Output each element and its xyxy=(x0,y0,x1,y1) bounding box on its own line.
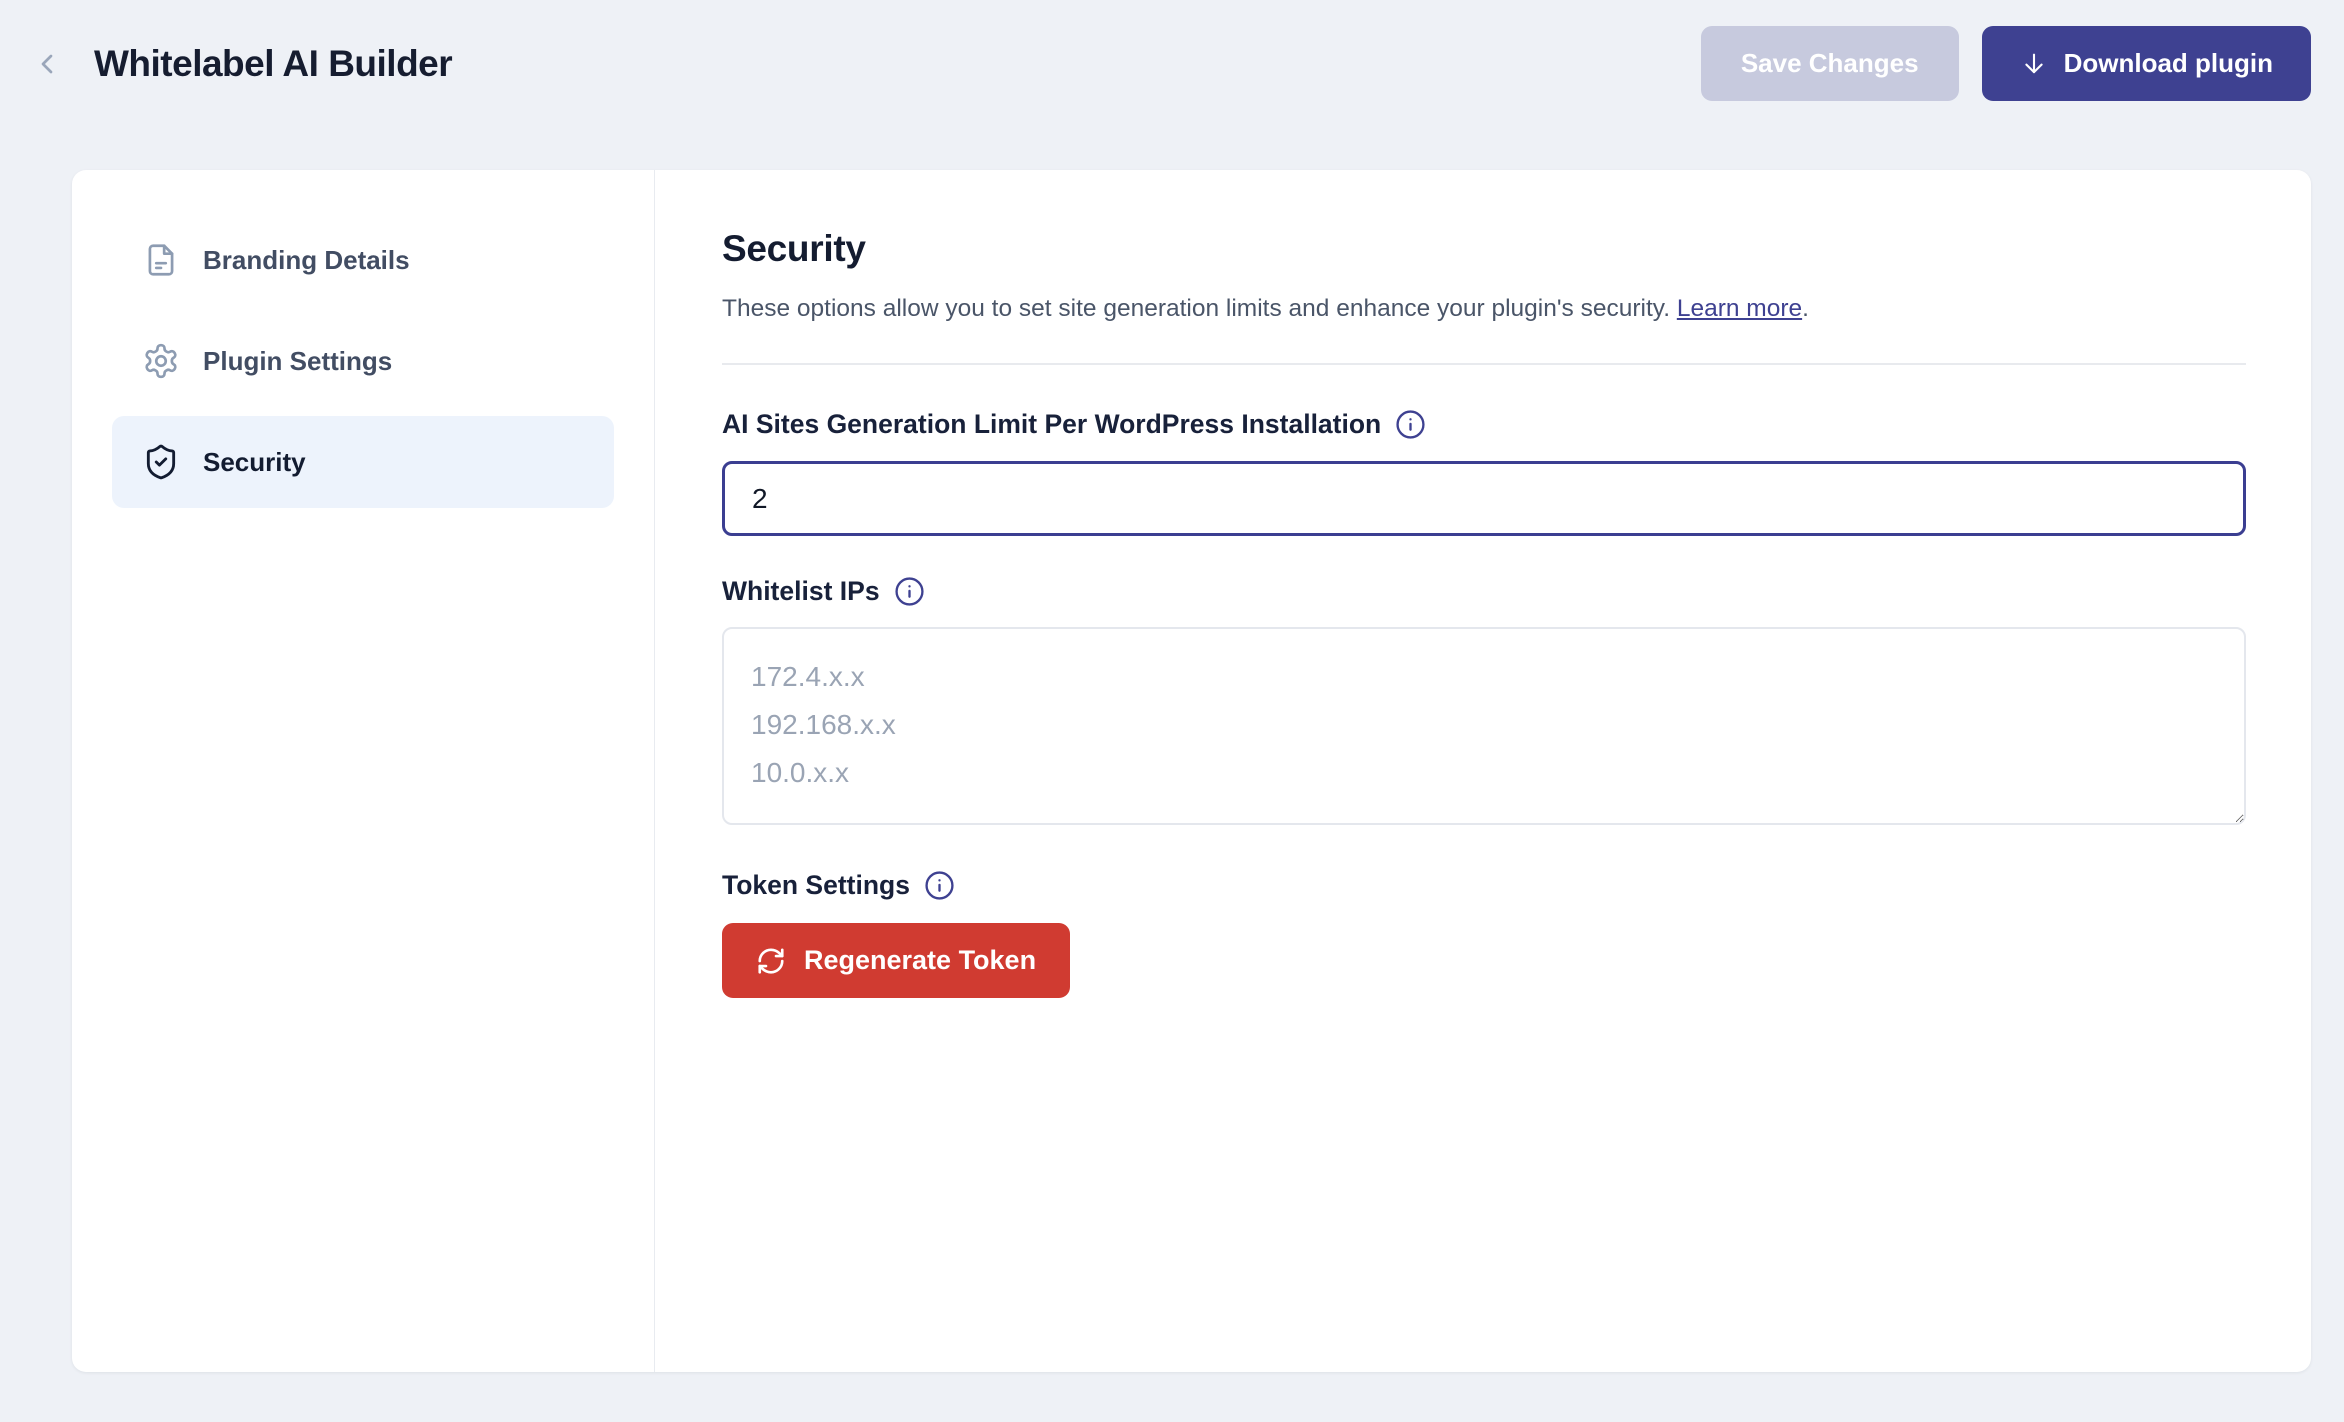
regenerate-token-button[interactable]: Regenerate Token xyxy=(722,923,1070,998)
security-panel: Security These options allow you to set … xyxy=(655,170,2311,1372)
generation-limit-input[interactable] xyxy=(722,461,2246,536)
whitelist-ips-label: Whitelist IPs xyxy=(722,576,880,607)
sidebar-item-label: Branding Details xyxy=(203,245,410,276)
description-text: These options allow you to set site gene… xyxy=(722,295,1670,322)
learn-more-link[interactable]: Learn more xyxy=(1677,295,1802,322)
shield-check-icon xyxy=(142,443,180,481)
download-plugin-button[interactable]: Download plugin xyxy=(1982,26,2311,101)
sidebar-item-plugin-settings[interactable]: Plugin Settings xyxy=(112,315,614,407)
sidebar-item-branding-details[interactable]: Branding Details xyxy=(112,214,614,306)
section-heading: Security xyxy=(722,228,2246,270)
document-icon xyxy=(142,241,180,279)
generation-limit-label: AI Sites Generation Limit Per WordPress … xyxy=(722,409,1381,440)
gear-icon xyxy=(142,342,180,380)
settings-sidebar: Branding Details Plugin Settings Securit… xyxy=(72,170,655,1372)
download-plugin-label: Download plugin xyxy=(2064,48,2273,79)
page-title: Whitelabel AI Builder xyxy=(94,43,452,85)
token-settings-label: Token Settings xyxy=(722,870,910,901)
chevron-left-icon xyxy=(31,48,63,80)
section-description: These options allow you to set site gene… xyxy=(722,295,2246,323)
whitelist-ips-textarea[interactable] xyxy=(722,627,2246,825)
generation-limit-label-row: AI Sites Generation Limit Per WordPress … xyxy=(722,409,2246,440)
sidebar-item-label: Security xyxy=(203,447,306,478)
info-icon[interactable] xyxy=(1395,409,1426,440)
refresh-icon xyxy=(756,946,786,976)
whitelist-ips-label-row: Whitelist IPs xyxy=(722,576,2246,607)
info-icon[interactable] xyxy=(924,870,955,901)
info-icon[interactable] xyxy=(894,576,925,607)
section-divider xyxy=(722,363,2246,365)
download-arrow-icon xyxy=(2020,50,2048,78)
page-header: Whitelabel AI Builder Save Changes Downl… xyxy=(26,26,2311,101)
header-actions: Save Changes Download plugin xyxy=(1701,26,2311,101)
save-changes-button[interactable]: Save Changes xyxy=(1701,26,1959,101)
regenerate-token-label: Regenerate Token xyxy=(804,945,1036,976)
settings-card: Branding Details Plugin Settings Securit… xyxy=(72,170,2311,1372)
back-button[interactable] xyxy=(26,38,68,90)
token-settings-label-row: Token Settings xyxy=(722,870,2246,901)
sidebar-item-security[interactable]: Security xyxy=(112,416,614,508)
description-period: . xyxy=(1802,295,1809,322)
sidebar-item-label: Plugin Settings xyxy=(203,346,392,377)
